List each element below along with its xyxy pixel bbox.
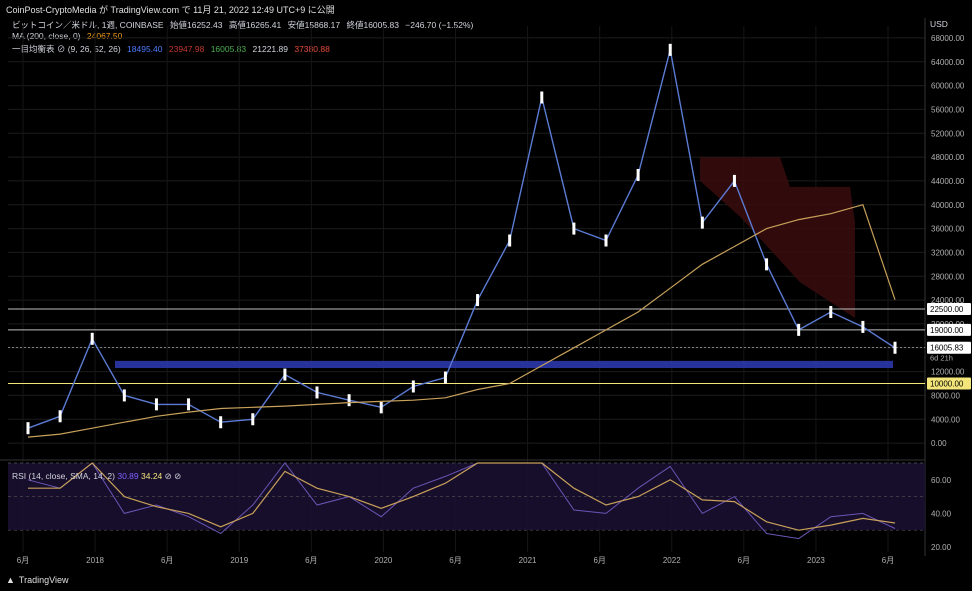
y-tick-label: 4000.00 — [931, 415, 960, 424]
price-label-text: 16005.83 — [930, 344, 964, 353]
y-tick-label: 52000.00 — [931, 129, 965, 138]
price-candle — [443, 371, 447, 384]
price-candle — [347, 394, 351, 407]
price-candle — [58, 410, 62, 423]
y-tick-label: 40000.00 — [931, 201, 965, 210]
x-tick-label: 2018 — [86, 556, 104, 565]
price-candle — [636, 168, 640, 181]
price-candle — [122, 389, 126, 402]
price-candle — [411, 380, 415, 393]
y-tick-label: 8000.00 — [931, 391, 960, 400]
y-tick-label: 0.00 — [931, 439, 947, 448]
x-tick-label: 6月 — [305, 556, 317, 565]
price-label-text: 22500.00 — [930, 305, 964, 314]
rsi-extra: ⊘ ⊘ — [164, 471, 182, 481]
price-candle — [315, 386, 319, 399]
x-tick-label: 6月 — [17, 556, 29, 565]
rsi-legend: RSI (14, close, SMA, 14, 2) 30.89 34.24 … — [12, 471, 181, 482]
price-candle — [604, 234, 608, 247]
price-candle — [797, 323, 801, 336]
price-candle — [572, 222, 576, 235]
price-candle — [90, 332, 94, 345]
price-candle — [861, 320, 865, 333]
x-tick-label: 6月 — [593, 556, 605, 565]
price-candle — [700, 216, 704, 229]
price-candle — [540, 91, 544, 104]
x-axis: 6月 2018 6月 2019 6月 2020 6月 2021 6月 2022 6月 2023 6月 — [17, 556, 894, 565]
x-tick-label: 2023 — [807, 556, 825, 565]
x-tick-label: 6月 — [738, 556, 750, 565]
support-band — [115, 360, 893, 369]
price-candle — [893, 341, 897, 354]
countdown-label: 6d 21h — [930, 354, 953, 363]
y-tick-label: 32000.00 — [931, 248, 965, 257]
x-tick-label: 6月 — [882, 556, 894, 565]
x-tick-label: 2019 — [230, 556, 248, 565]
y-tick-label: 44000.00 — [931, 177, 965, 186]
x-tick-label: 6月 — [449, 556, 461, 565]
price-candle — [154, 398, 158, 411]
y-tick-label: 28000.00 — [931, 272, 965, 281]
rsi-tick-label: 60.00 — [931, 476, 952, 485]
tradingview-logo-icon: ▲ — [6, 575, 15, 585]
y-tick-label: 60000.00 — [931, 82, 965, 91]
price-candle — [476, 294, 480, 307]
x-tick-label: 2020 — [375, 556, 393, 565]
y-tick-label: 64000.00 — [931, 58, 965, 67]
price-candle — [187, 398, 191, 411]
rsi-tick-label: 40.00 — [931, 509, 952, 518]
rsi-label: RSI (14, close, SMA, 14, 2) — [12, 471, 115, 481]
footer-brand: TradingView — [18, 575, 69, 585]
price-candle — [765, 258, 769, 271]
x-tick-label: 2021 — [519, 556, 537, 565]
price-candle — [668, 43, 672, 56]
y-tick-label: 36000.00 — [931, 225, 965, 234]
y-tick-label: 48000.00 — [931, 153, 965, 162]
price-candle — [283, 368, 287, 381]
x-tick-label: 6月 — [161, 556, 173, 565]
rsi-value: 30.89 — [117, 471, 139, 481]
x-tick-label: 2022 — [663, 556, 681, 565]
price-chart[interactable]: 68000.00 64000.00 60000.00 56000.00 52000.00… — [0, 0, 972, 591]
price-candle — [251, 413, 255, 426]
price-candle — [732, 174, 736, 187]
y-tick-label: 68000.00 — [931, 34, 965, 43]
y-tick-label: 12000.00 — [931, 368, 965, 377]
y-tick-label: 56000.00 — [931, 105, 965, 114]
price-candle — [219, 416, 223, 429]
rsi-ma-value: 34.24 — [141, 471, 163, 481]
tradingview-footer[interactable]: ▲ TradingView — [6, 575, 68, 585]
price-candle — [508, 234, 512, 247]
price-label-text: 19000.00 — [930, 326, 964, 335]
price-candle — [379, 401, 383, 414]
rsi-tick-label: 20.00 — [931, 543, 952, 552]
price-candle — [829, 306, 833, 318]
price-label-text: 10000.00 — [930, 380, 964, 389]
horizontal-levels — [8, 308, 925, 384]
price-candle — [26, 422, 30, 435]
